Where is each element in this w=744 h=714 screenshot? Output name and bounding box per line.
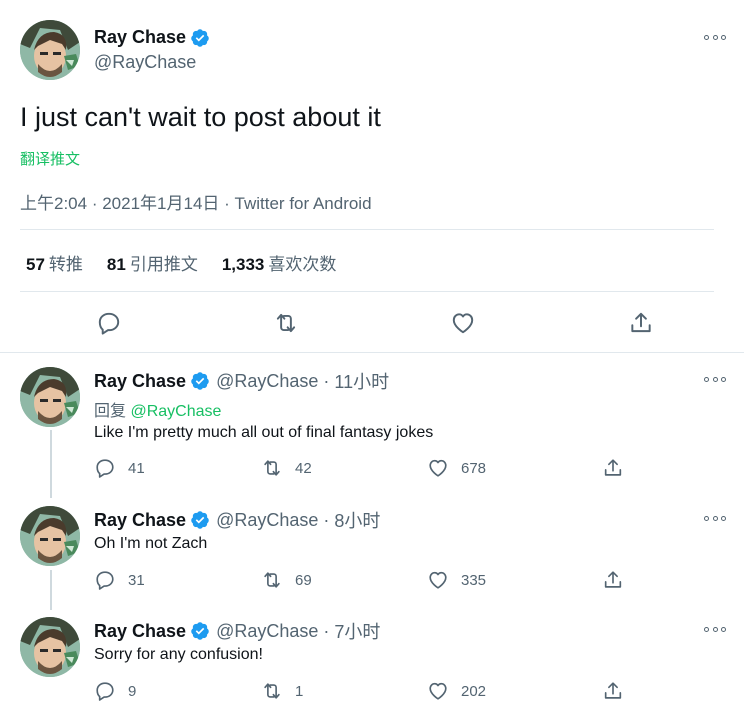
like-button[interactable] — [450, 310, 476, 336]
like-button[interactable]: 202 — [427, 680, 486, 702]
reply-icon — [94, 457, 116, 479]
retweets-stat[interactable]: 57 转推 — [26, 250, 83, 275]
verified-badge-icon — [190, 371, 210, 391]
reply-button[interactable]: 41 — [94, 457, 145, 479]
like-count: 678 — [461, 459, 487, 477]
more-options-icon[interactable] — [704, 375, 726, 383]
divider — [0, 352, 744, 353]
reply-author-handle[interactable]: @RayChase — [216, 371, 318, 392]
tweet-time[interactable]: 上午2:04 — [20, 194, 87, 213]
reply-count: 41 — [128, 459, 145, 477]
reply-time[interactable]: 7小时 — [334, 618, 380, 644]
translate-tweet-link[interactable]: 翻译推文 — [20, 148, 80, 169]
retweet-button[interactable]: 69 — [261, 569, 312, 591]
divider — [20, 229, 714, 230]
reply-text: Oh I'm not Zach — [94, 535, 208, 552]
like-icon — [427, 457, 449, 479]
thread-line — [50, 430, 52, 498]
retweet-icon — [273, 310, 299, 336]
meta-separator: · — [318, 370, 335, 391]
share-button[interactable] — [628, 310, 654, 336]
reply-author-name[interactable]: Ray Chase — [94, 371, 186, 392]
retweet-button[interactable] — [273, 310, 299, 336]
retweet-button[interactable]: 42 — [261, 457, 312, 479]
share-icon — [602, 457, 624, 479]
avatar-image — [20, 367, 80, 427]
author-handle-row: @RayChase — [94, 52, 196, 73]
replying-to-mention[interactable]: @RayChase — [130, 403, 221, 420]
verified-badge-icon — [190, 621, 210, 641]
retweet-icon — [261, 680, 283, 702]
reply-time[interactable]: 11小时 — [334, 368, 389, 394]
reply-header: Ray Chase @RayChase · 11小时 — [94, 368, 389, 394]
retweet-count: 42 — [295, 459, 312, 477]
reply-text: Sorry for any confusion! — [94, 646, 263, 663]
reply-count: 31 — [128, 571, 145, 589]
reply-avatar[interactable] — [20, 506, 80, 566]
avatar-image — [20, 617, 80, 677]
avatar-image — [20, 20, 80, 80]
reply-icon — [96, 310, 122, 336]
tweet-stats: 57 转推 81 引用推文 1,333 喜欢次数 — [26, 250, 336, 275]
tweet-date[interactable]: 2021年1月14日 — [102, 194, 219, 213]
tweet-metadata: 上午2:04 · 2021年1月14日 · Twitter for Androi… — [20, 189, 372, 214]
retweet-icon — [261, 457, 283, 479]
avatar[interactable] — [20, 20, 80, 80]
reply-button[interactable]: 31 — [94, 569, 145, 591]
like-icon — [427, 569, 449, 591]
reply-author-name[interactable]: Ray Chase — [94, 621, 186, 642]
verified-badge-icon — [190, 510, 210, 530]
reply-button[interactable]: 9 — [94, 680, 136, 702]
author-handle[interactable]: @RayChase — [94, 52, 196, 73]
reply-icon — [94, 680, 116, 702]
meta-separator: · — [224, 194, 235, 213]
like-icon — [427, 680, 449, 702]
like-count: 202 — [461, 682, 487, 700]
share-button[interactable] — [602, 457, 624, 479]
share-icon — [602, 680, 624, 702]
reply-avatar[interactable] — [20, 617, 80, 677]
like-button[interactable]: 335 — [427, 569, 486, 591]
meta-separator: · — [91, 194, 103, 213]
reply-author-name[interactable]: Ray Chase — [94, 510, 186, 531]
quotes-stat[interactable]: 81 引用推文 — [107, 250, 198, 275]
more-options-icon[interactable] — [704, 514, 726, 522]
retweet-icon — [261, 569, 283, 591]
retweet-button[interactable]: 1 — [261, 680, 303, 702]
replying-to-label: 回复 — [94, 403, 127, 420]
author-name[interactable]: Ray Chase — [94, 27, 186, 48]
verified-badge-icon — [190, 28, 210, 48]
share-button[interactable] — [602, 680, 624, 702]
reply-icon — [94, 569, 116, 591]
tweet-source[interactable]: Twitter for Android — [235, 194, 372, 213]
likes-stat[interactable]: 1,333 喜欢次数 — [222, 250, 337, 275]
thread-line — [50, 570, 52, 610]
reply-header: Ray Chase @RayChase · 8小时 — [94, 507, 380, 533]
more-options-icon[interactable] — [704, 625, 726, 633]
more-options-icon[interactable] — [704, 33, 726, 41]
retweet-count: 69 — [295, 571, 312, 589]
share-icon — [628, 310, 654, 336]
reply-author-handle[interactable]: @RayChase — [216, 510, 318, 531]
reply-text: Like I'm pretty much all out of final fa… — [94, 424, 434, 441]
replying-to: 回复 @RayChase — [94, 397, 221, 421]
like-count: 335 — [461, 571, 487, 589]
share-button[interactable] — [602, 569, 624, 591]
retweet-count: 1 — [295, 682, 304, 700]
reply-avatar[interactable] — [20, 367, 80, 427]
share-icon — [602, 569, 624, 591]
divider — [20, 291, 714, 292]
meta-separator: · — [318, 620, 335, 641]
reply-header: Ray Chase @RayChase · 7小时 — [94, 618, 380, 644]
like-icon — [450, 310, 476, 336]
reply-time[interactable]: 8小时 — [334, 507, 380, 533]
reply-count: 9 — [128, 682, 137, 700]
tweet-text: I just can't wait to post about it — [20, 102, 381, 132]
avatar-image — [20, 506, 80, 566]
meta-separator: · — [318, 509, 335, 530]
author-block: Ray Chase — [94, 27, 210, 48]
like-button[interactable]: 678 — [427, 457, 486, 479]
reply-author-handle[interactable]: @RayChase — [216, 621, 318, 642]
reply-button[interactable] — [96, 310, 122, 336]
